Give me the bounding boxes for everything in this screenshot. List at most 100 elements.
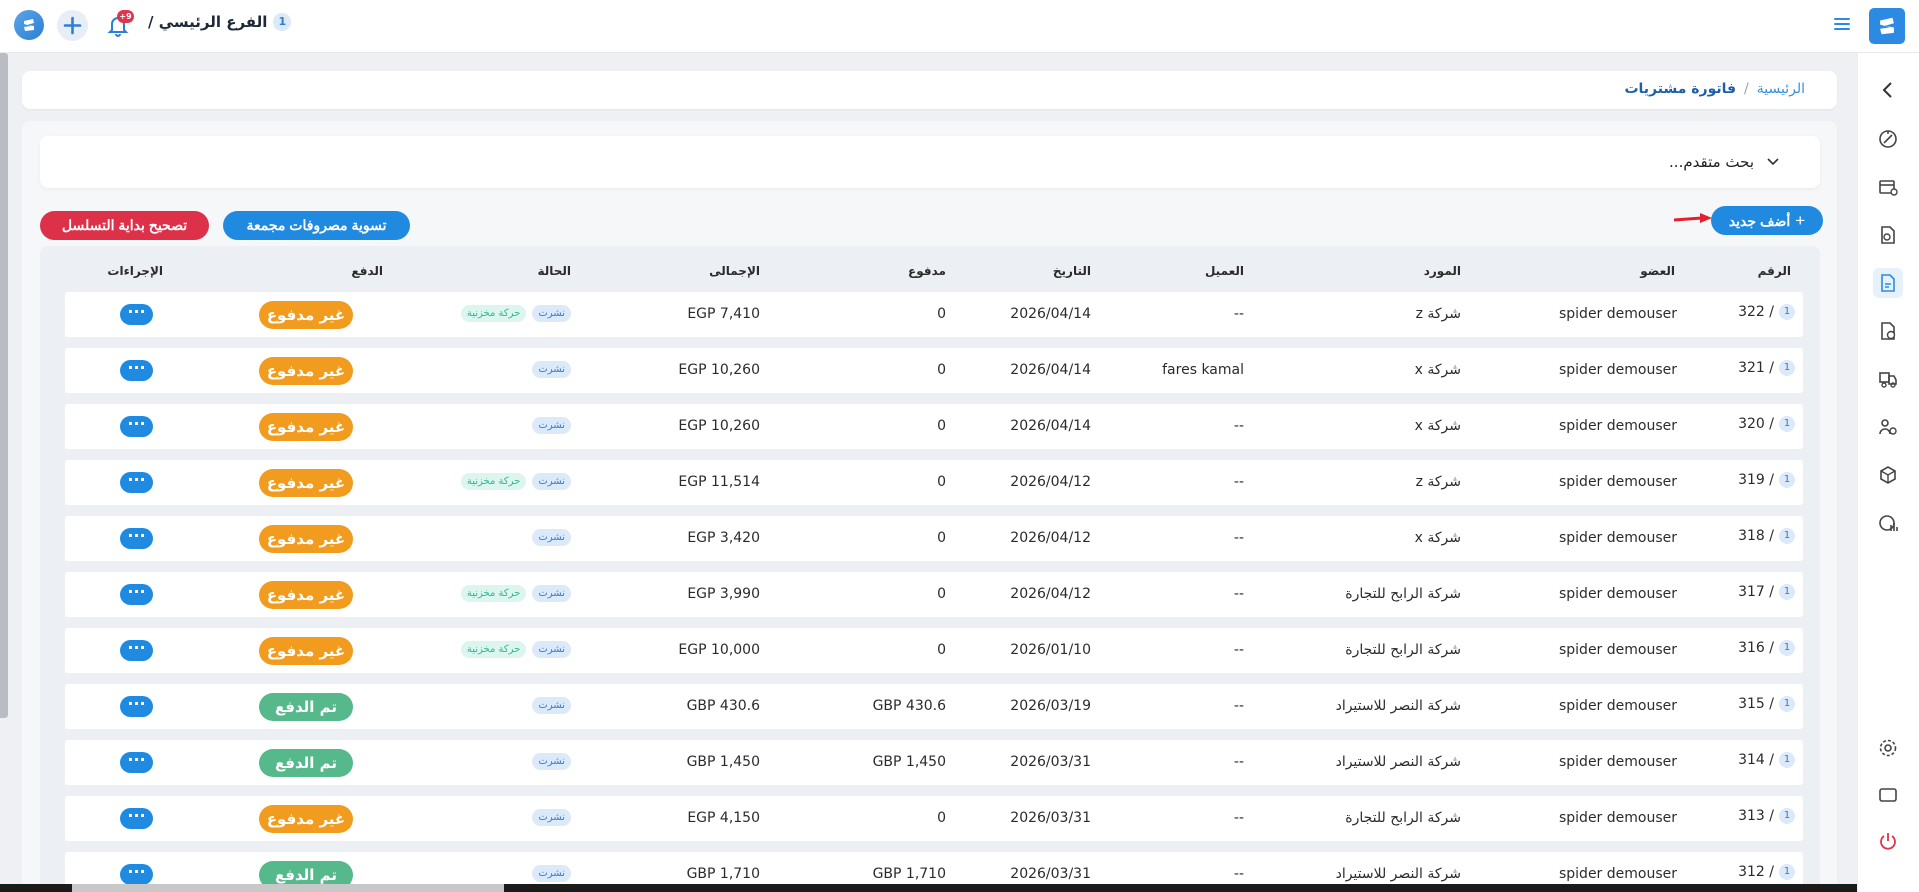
document-search-icon[interactable]	[1873, 220, 1903, 250]
row-actions-button[interactable]: ···	[120, 472, 153, 493]
row-actions-button[interactable]: ···	[120, 416, 153, 437]
advanced-search-label: بحث متقدم...	[1669, 153, 1754, 171]
invoice-number[interactable]: 316 / 1	[1738, 640, 1795, 656]
payment-status-badge[interactable]: تم الدفع	[259, 749, 353, 777]
header-number[interactable]: الرقم	[1758, 264, 1791, 278]
table-row[interactable]: 319 / 1 spider demouser شركة z -- 2026/04/12 0…	[65, 460, 1803, 505]
invoice-number[interactable]: 312 / 1	[1738, 864, 1795, 880]
date-cell: 2026/04/12	[1010, 474, 1091, 490]
client-cell: --	[1233, 810, 1244, 826]
header-client[interactable]: العميل	[1205, 264, 1244, 278]
total-cell: EGP 10,260	[678, 418, 760, 434]
payment-status-badge[interactable]: غير مدفوع	[259, 357, 353, 385]
invoice-number[interactable]: 315 / 1	[1738, 696, 1795, 712]
payment-status-badge[interactable]: غير مدفوع	[259, 469, 353, 497]
invoice-number-text: 316 /	[1738, 640, 1774, 656]
paid-cell: GBP 1,710	[872, 866, 946, 882]
settle-expenses-button[interactable]: تسوية مصروفات مجمعة	[223, 211, 410, 240]
add-icon[interactable]	[57, 10, 88, 41]
add-new-button[interactable]: +أضف جديد	[1711, 206, 1823, 235]
dashboard-icon[interactable]	[1873, 124, 1903, 154]
header-member[interactable]: العضو	[1640, 264, 1675, 278]
table-row[interactable]: 318 / 1 spider demouser شركة x -- 2026/04/12 0…	[65, 516, 1803, 561]
invoice-number-text: 317 /	[1738, 584, 1774, 600]
date-cell: 2026/03/31	[1010, 866, 1091, 882]
published-tag: نشرت	[532, 865, 571, 882]
breadcrumb-home-link[interactable]: الرئيسية	[1757, 81, 1805, 97]
row-actions-button[interactable]: ···	[120, 864, 153, 885]
row-actions-button[interactable]: ···	[120, 752, 153, 773]
invoice-number-text: 322 /	[1738, 304, 1774, 320]
row-actions-button[interactable]: ···	[120, 696, 153, 717]
branch-selector[interactable]: 1 الفرع الرئيسي /	[148, 13, 292, 31]
invoice-number[interactable]: 321 / 1	[1738, 360, 1795, 376]
power-icon[interactable]	[1873, 826, 1903, 856]
invoice-number[interactable]: 320 / 1	[1738, 416, 1795, 432]
vertical-scrollbar[interactable]	[0, 53, 8, 718]
table-row[interactable]: 316 / 1 spider demouser شركة الرابح للتجارة…	[65, 628, 1803, 673]
table-row[interactable]: 317 / 1 spider demouser شركة الرابح للتجارة…	[65, 572, 1803, 617]
member-cell: spider demouser	[1558, 586, 1677, 602]
table-row[interactable]: 321 / 1 spider demouser شركة x fares kamal 20…	[65, 348, 1803, 393]
invoice-number[interactable]: 317 / 1	[1738, 584, 1795, 600]
published-tag: نشرت	[532, 417, 571, 434]
payment-status-badge[interactable]: غير مدفوع	[259, 413, 353, 441]
purchase-invoice-icon[interactable]	[1873, 268, 1903, 298]
hamburger-menu-icon[interactable]	[1833, 16, 1851, 32]
fix-sequence-button[interactable]: تصحيح بداية التسلسل	[40, 211, 209, 240]
header-supplier[interactable]: المورد	[1424, 264, 1461, 278]
row-actions-button[interactable]: ···	[120, 808, 153, 829]
payment-status-badge[interactable]: غير مدفوع	[259, 525, 353, 553]
header-paid[interactable]: مدفوع	[908, 264, 946, 278]
paid-cell: 0	[937, 306, 946, 322]
row-actions-button[interactable]: ···	[120, 304, 153, 325]
total-cell: EGP 11,514	[678, 474, 760, 490]
client-cell: --	[1233, 754, 1244, 770]
settings-icon[interactable]	[1873, 733, 1903, 763]
screen-icon[interactable]	[1873, 780, 1903, 810]
cash-register-icon[interactable]	[1873, 172, 1903, 202]
table-row[interactable]: 313 / 1 spider demouser شركة الرابح للتجارة…	[65, 796, 1803, 841]
invoice-number[interactable]: 319 / 1	[1738, 472, 1795, 488]
invoice-number[interactable]: 322 / 1	[1738, 304, 1795, 320]
inventory-icon[interactable]	[1873, 364, 1903, 394]
payment-status-badge[interactable]: غير مدفوع	[259, 805, 353, 833]
reports-icon[interactable]	[1873, 508, 1903, 538]
collapse-chevron-icon[interactable]	[1873, 75, 1903, 105]
brand-logo[interactable]	[1869, 8, 1905, 44]
row-actions-button[interactable]: ···	[120, 360, 153, 381]
header-status[interactable]: الحالة	[537, 264, 571, 278]
header-total[interactable]: الإجمالى	[709, 264, 760, 278]
notifications-bell-icon[interactable]: +9	[103, 10, 134, 40]
payment-status-badge[interactable]: غير مدفوع	[259, 637, 353, 665]
header-date[interactable]: التاريخ	[1053, 264, 1091, 278]
payment-status-badge[interactable]: تم الدفع	[259, 693, 353, 721]
app-logo[interactable]	[14, 10, 44, 40]
client-cell: --	[1233, 698, 1244, 714]
advanced-search-toggle[interactable]: بحث متقدم...	[40, 136, 1820, 188]
invoice-number[interactable]: 318 / 1	[1738, 528, 1795, 544]
sales-invoice-icon[interactable]	[1873, 316, 1903, 346]
row-actions-button[interactable]: ···	[120, 584, 153, 605]
date-cell: 2026/04/12	[1010, 530, 1091, 546]
date-cell: 2026/03/19	[1010, 698, 1091, 714]
invoice-number-text: 320 /	[1738, 416, 1774, 432]
total-cell: EGP 4,150	[687, 810, 760, 826]
branch-badge: 1	[1779, 304, 1795, 320]
table-row[interactable]: 314 / 1 spider demouser شركة النصر للاستيرا…	[65, 740, 1803, 785]
header-payment[interactable]: الدفع	[351, 264, 383, 278]
products-icon[interactable]	[1873, 460, 1903, 490]
invoice-number[interactable]: 313 / 1	[1738, 808, 1795, 824]
table-row[interactable]: 315 / 1 spider demouser شركة النصر للاستيرا…	[65, 684, 1803, 729]
payment-status-badge[interactable]: غير مدفوع	[259, 301, 353, 329]
row-actions-button[interactable]: ···	[120, 528, 153, 549]
payment-status-badge[interactable]: غير مدفوع	[259, 581, 353, 609]
table-row[interactable]: 320 / 1 spider demouser شركة x -- 2026/04/14 0…	[65, 404, 1803, 449]
row-actions-button[interactable]: ···	[120, 640, 153, 661]
horizontal-scrollbar-thumb[interactable]	[72, 884, 504, 892]
users-icon[interactable]	[1873, 412, 1903, 442]
table-row[interactable]: 322 / 1 spider demouser شركة z -- 2026/04/14 0…	[65, 292, 1803, 337]
supplier-cell: شركة x	[1414, 418, 1461, 434]
branch-name: الفرع الرئيسي /	[148, 13, 268, 31]
invoice-number[interactable]: 314 / 1	[1738, 752, 1795, 768]
